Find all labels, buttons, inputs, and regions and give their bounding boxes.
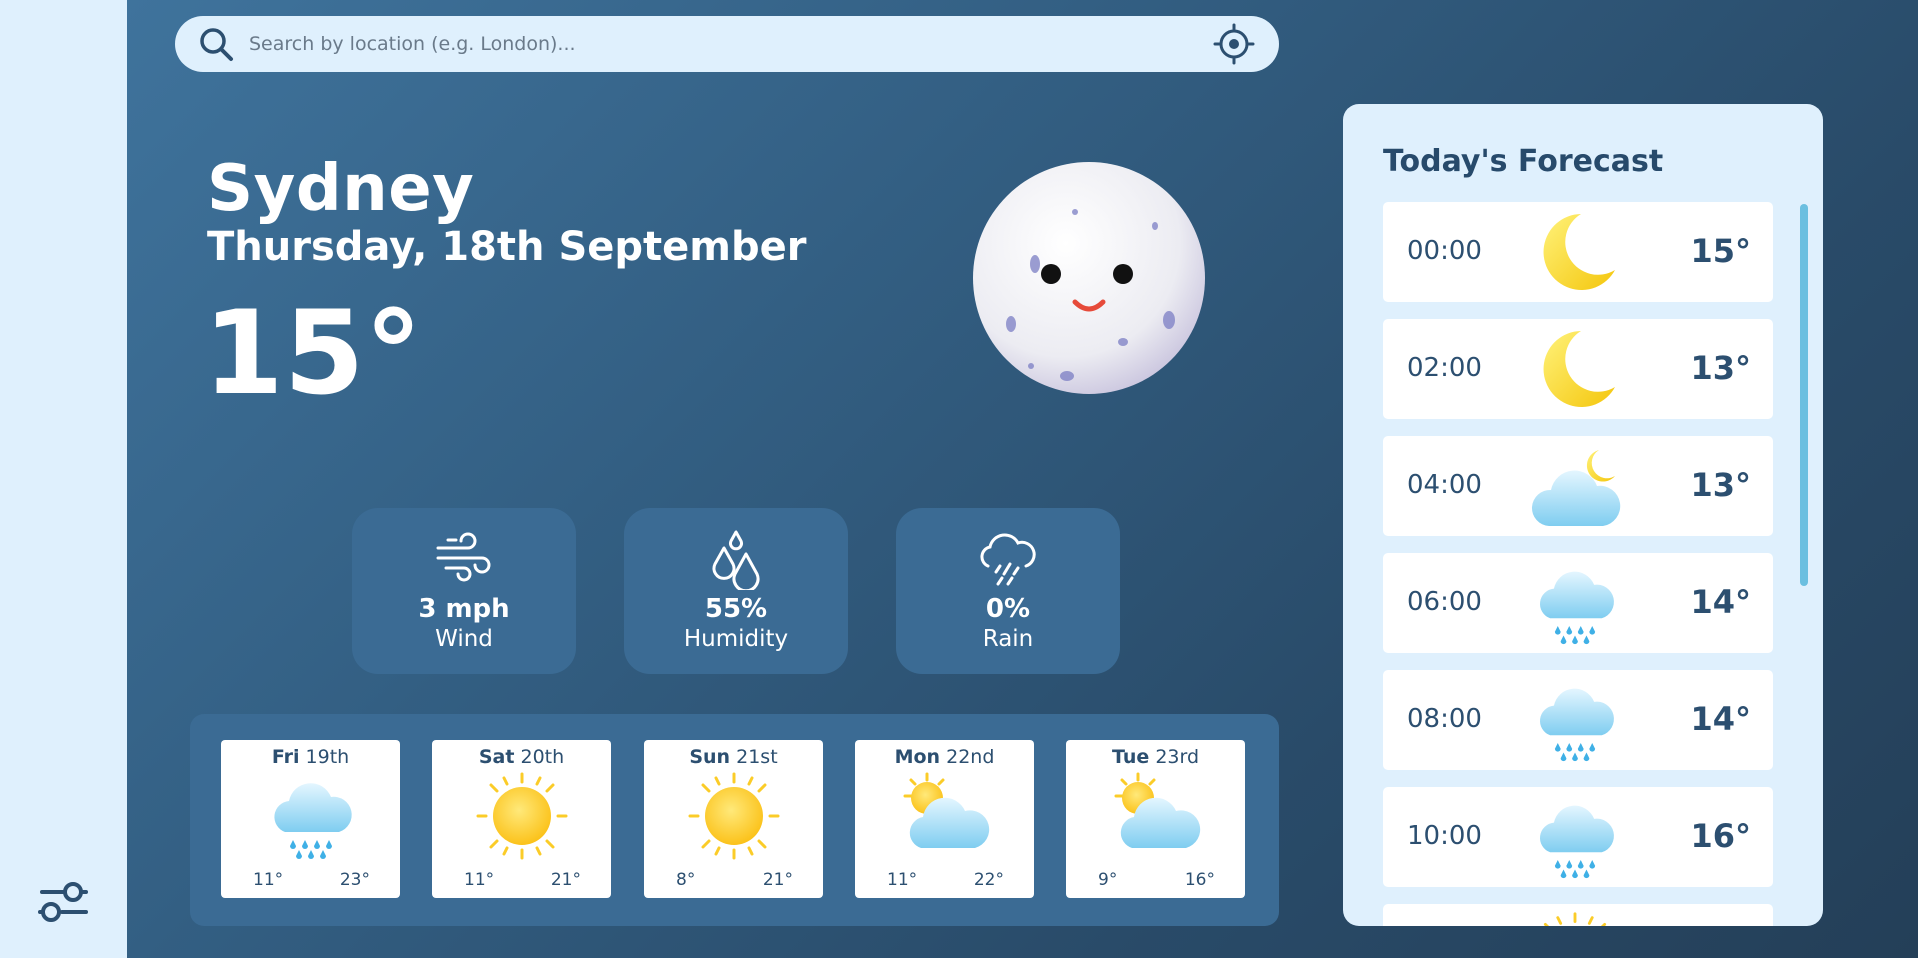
rain-cloud-icon [1529, 793, 1621, 881]
stat-wind: 3 mph Wind [352, 508, 576, 674]
hour-time: 06:00 [1407, 587, 1482, 617]
forecast-scrollbar[interactable] [1800, 204, 1808, 586]
hour-row: 10:00 16° [1383, 787, 1773, 887]
hour-temp: 16° [1690, 817, 1751, 855]
rain-cloud-icon [1529, 676, 1621, 764]
cloudy-night-icon [1529, 442, 1621, 530]
low-temp: 8° [676, 870, 696, 890]
low-temp: 11° [887, 870, 918, 890]
day-name: Fri [271, 746, 300, 768]
stat-value: 3 mph [418, 594, 510, 624]
low-temp: 9° [1098, 870, 1118, 890]
day-card[interactable]: Fri 19th 11° 23° [221, 740, 400, 898]
moon-icon [1529, 208, 1621, 296]
day-card[interactable]: Tue 23rd 9° 16° [1066, 740, 1245, 898]
hour-time: 00:00 [1407, 236, 1482, 266]
search-bar [175, 16, 1279, 72]
day-card[interactable]: Sun 21st 8° 21° [644, 740, 823, 898]
stat-value: 0% [985, 594, 1031, 624]
hour-time: 08:00 [1407, 704, 1482, 734]
stat-label: Wind [435, 626, 493, 652]
rain-cloud-icon [1529, 559, 1621, 647]
day-card[interactable]: Sat 20th 11° 21° [432, 740, 611, 898]
day-date: 20th [520, 746, 565, 768]
forecast-title: Today's Forecast [1383, 144, 1664, 179]
day-name: Sat [478, 746, 515, 768]
hour-row: 06:00 14° [1383, 553, 1773, 653]
day-name: Mon [894, 746, 941, 768]
high-temp: 22° [973, 870, 1004, 890]
hour-row: 04:00 13° [1383, 436, 1773, 536]
current-date: Thursday, 18th September [207, 224, 807, 270]
day-label: Sun 21st [644, 746, 823, 768]
hour-time: 02:00 [1407, 353, 1482, 383]
humidity-drops-icon [712, 530, 760, 590]
moon-icon [1529, 325, 1621, 413]
day-date: 21st [736, 746, 778, 768]
high-temp: 21° [762, 870, 793, 890]
stat-label: Humidity [683, 626, 789, 652]
day-label: Sat 20th [432, 746, 611, 768]
wind-icon [436, 532, 491, 582]
settings-sliders-icon[interactable] [36, 876, 90, 926]
hour-temp: 13° [1690, 466, 1751, 504]
hour-temp: 14° [1690, 583, 1751, 621]
high-temp: 16° [1184, 870, 1215, 890]
sun-icon [474, 770, 570, 862]
sun-icon [686, 770, 782, 862]
search-icon[interactable] [197, 25, 235, 63]
todays-forecast-panel: Today's Forecast 00:00 15° 02:00 13° 04:… [1343, 104, 1823, 926]
sidebar [0, 0, 127, 958]
main-area: Sydney Thursday, 18th September 15° 3 mp… [127, 0, 1918, 958]
city-name: Sydney [207, 152, 475, 226]
stat-value: 55% [704, 594, 768, 624]
day-label: Mon 22nd [855, 746, 1034, 768]
day-name: Tue [1111, 746, 1150, 768]
day-label: Fri 19th [221, 746, 400, 768]
high-temp: 21° [550, 870, 581, 890]
day-card[interactable]: Mon 22nd 11° 22° [855, 740, 1034, 898]
hour-time: 04:00 [1407, 470, 1482, 500]
hour-time: 10:00 [1407, 821, 1482, 851]
hour-temp: 14° [1690, 700, 1751, 738]
rain-cloud-icon [263, 770, 359, 862]
current-temperature: 15° [203, 286, 423, 421]
stat-rain: 0% Rain [896, 508, 1120, 674]
high-temp: 23° [339, 870, 370, 890]
sun-icon [1529, 910, 1621, 926]
search-input[interactable] [235, 16, 1213, 72]
weekly-forecast: Fri 19th 11° 23° Sat 20th 11° 21° Sun 21… [190, 714, 1279, 926]
hour-temp: 15° [1690, 232, 1751, 270]
hour-row-partial [1383, 904, 1773, 926]
day-date: 22nd [946, 746, 995, 768]
hour-row: 00:00 15° [1383, 202, 1773, 302]
day-date: 19th [305, 746, 350, 768]
low-temp: 11° [464, 870, 495, 890]
hourly-list[interactable]: 00:00 15° 02:00 13° 04:00 13° 06:00 14° … [1383, 202, 1773, 926]
day-date: 23rd [1155, 746, 1200, 768]
stat-label: Rain [982, 626, 1034, 652]
partly-cloudy-icon [897, 770, 993, 862]
partly-cloudy-icon [1108, 770, 1204, 862]
low-temp: 11° [253, 870, 284, 890]
moon-face-icon [973, 162, 1205, 394]
hour-row: 08:00 14° [1383, 670, 1773, 770]
current-location-icon[interactable] [1213, 23, 1255, 65]
stat-humidity: 55% Humidity [624, 508, 848, 674]
hour-row: 02:00 13° [1383, 319, 1773, 419]
hour-temp: 13° [1690, 349, 1751, 387]
rain-cloud-icon [980, 533, 1036, 586]
day-label: Tue 23rd [1066, 746, 1245, 768]
day-name: Sun [689, 746, 731, 768]
